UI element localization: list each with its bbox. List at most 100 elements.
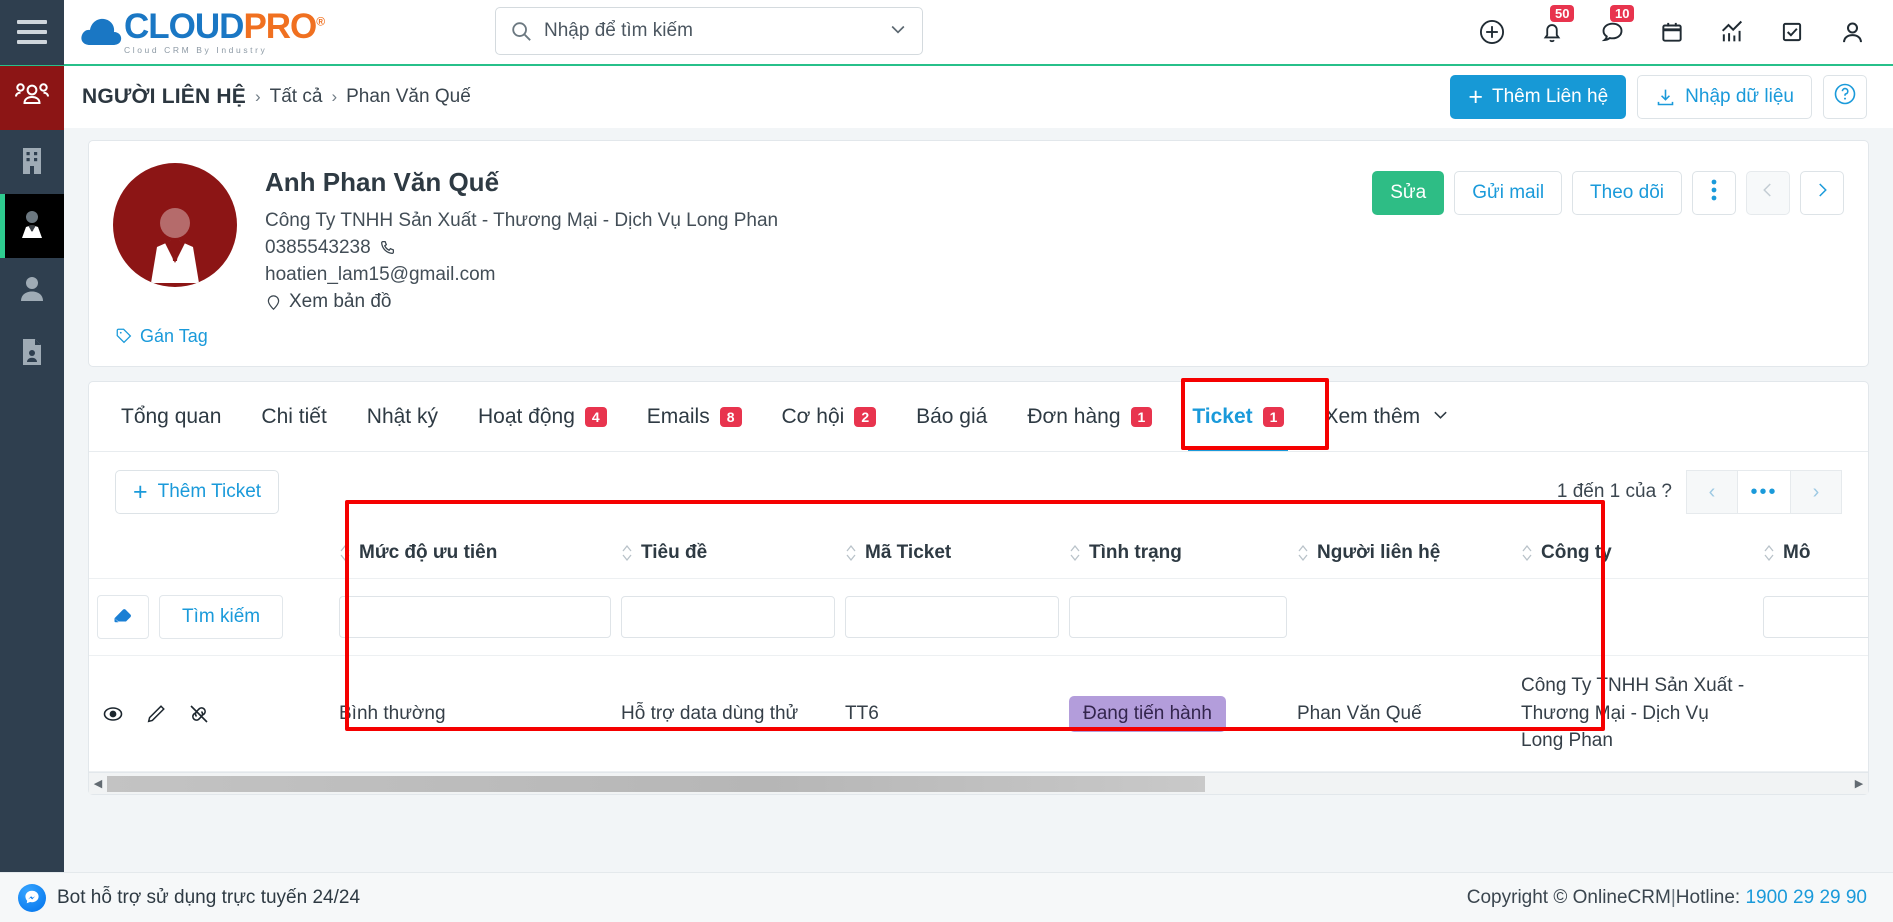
import-data-label: Nhập dữ liệu [1685,86,1794,107]
calendar-icon[interactable] [1657,17,1687,47]
tab-hoat-dong[interactable]: Hoạt động 4 [458,382,627,451]
global-search[interactable] [495,7,923,55]
download-icon [1655,87,1676,108]
breadcrumb-all-link[interactable]: Tất cả [270,86,323,108]
table-header-contact[interactable]: Người liên hệ [1297,528,1521,580]
cell-company: Công Ty TNHH Sản Xuất - Thương Mại - Dịc… [1521,655,1763,773]
table-row[interactable]: Bình thường Hỗ trợ data dùng thử TT6 Đan… [89,655,1868,773]
filter-input-status[interactable] [1069,596,1287,639]
tab-don-hang[interactable]: Đơn hàng 1 [1007,382,1172,451]
person-icon [18,273,46,308]
import-data-button[interactable]: Nhập dữ liệu [1637,75,1812,119]
sidebar-item-contact[interactable] [0,194,64,258]
table-header-actions [89,528,339,580]
hotline-number[interactable]: 1900 29 29 90 [1745,887,1867,908]
prev-record-button[interactable] [1746,171,1790,215]
add-circle-icon[interactable] [1477,17,1507,47]
add-contact-button[interactable]: + Thêm Liên hệ [1450,75,1627,119]
search-input[interactable] [544,20,888,42]
pagination-next-button[interactable]: › [1790,470,1842,515]
scrollbar-thumb[interactable] [107,775,1206,792]
assign-tag-link[interactable]: Gán Tag [115,326,208,347]
breadcrumb-current: Phan Văn Quế [346,86,471,107]
table-header-desc[interactable]: Mô [1763,528,1868,580]
phone-icon[interactable] [378,239,396,257]
search-filter-button[interactable]: Tìm kiếm [159,595,284,640]
filter-input-code[interactable] [845,596,1059,639]
sidebar-item-company[interactable] [0,130,64,194]
tab-co-hoi[interactable]: Cơ hội 2 [762,382,897,451]
tab-emails[interactable]: Emails 8 [627,382,762,451]
table-header-code[interactable]: Mã Ticket [845,528,1069,580]
horizontal-scrollbar[interactable]: ◀ ▶ [89,772,1868,795]
sort-icon[interactable] [1069,543,1081,563]
row-actions-cell [89,655,339,773]
menu-toggle-button[interactable] [0,0,64,65]
contact-map-link[interactable]: Xem bản đồ [265,289,778,316]
sort-icon[interactable] [1297,543,1309,563]
cell-desc [1763,655,1868,773]
table-head: Mức độ ưu tiên Tiêu đề Mã Ticket Tình tr… [89,528,1868,580]
sidebar-item-group[interactable] [0,66,64,130]
table-header-status[interactable]: Tình trạng [1069,528,1297,580]
eye-icon[interactable] [101,702,125,726]
tab-chi-tiet[interactable]: Chi tiết [241,382,346,451]
brand-logo[interactable]: CLOUDPRO® Cloud CRM By Industry [80,0,325,65]
chevron-down-icon[interactable] [888,19,908,44]
user-account-icon[interactable] [1837,17,1867,47]
contact-email[interactable]: hoatien_lam15@gmail.com [265,262,778,289]
tab-label: Ticket [1192,404,1253,428]
sort-icon[interactable] [621,543,633,563]
breadcrumb-separator: › [254,87,261,106]
bell-icon[interactable]: 50 [1537,5,1575,47]
sidebar-item-document[interactable] [0,322,64,386]
clear-filters-button[interactable] [97,595,149,640]
tab-xem-them[interactable]: Xem thêm [1304,382,1469,451]
scroll-right-arrow[interactable]: ▶ [1850,777,1868,790]
sort-icon[interactable] [1521,543,1533,563]
pagination-more-button[interactable]: ••• [1738,470,1790,515]
tab-label: Cơ hội [781,404,845,428]
tab-bao-gia[interactable]: Báo giá [896,382,1007,451]
filter-input-priority[interactable] [339,596,611,639]
pencil-icon[interactable] [145,703,167,725]
tab-tong-quan[interactable]: Tổng quan [101,382,241,451]
tab-nhat-ky[interactable]: Nhật ký [347,382,458,451]
scrollbar-track[interactable] [107,775,1850,793]
breadcrumb-bar: NGƯỜI LIÊN HỆ › Tất cả › Phan Văn Quế + … [64,66,1893,128]
filter-input-desc[interactable] [1763,596,1868,639]
next-record-button[interactable] [1800,171,1844,215]
follow-button[interactable]: Theo dõi [1572,171,1682,215]
help-button[interactable] [1823,75,1867,119]
sort-icon[interactable] [1763,543,1775,563]
assign-tag-label: Gán Tag [140,325,208,346]
tab-label: Hoạt động [477,404,575,428]
tab-ticket[interactable]: Ticket 1 [1172,382,1304,452]
filter-cell-status [1069,578,1297,657]
support-bot-link[interactable]: Bot hỗ trợ sử dụng trực tuyến 24/24 [18,883,360,912]
brand-name: CLOUDPRO® [124,9,325,44]
contact-name: Anh Phan Văn Quế [265,167,500,197]
scroll-left-arrow[interactable]: ◀ [89,777,107,790]
table-header-company[interactable]: Công ty [1521,528,1763,580]
filter-input-title[interactable] [621,596,835,639]
table-header-priority[interactable]: Mức độ ưu tiên [339,528,621,580]
sidebar-item-lead[interactable] [0,258,64,322]
more-options-button[interactable] [1692,171,1736,215]
table-header-title[interactable]: Tiêu đề [621,528,845,580]
add-ticket-button[interactable]: + Thêm Ticket [115,470,280,515]
edit-button[interactable]: Sửa [1372,171,1445,215]
unlink-icon[interactable] [187,702,211,726]
analytics-icon[interactable] [1717,17,1747,47]
pagination-prev-button[interactable]: ‹ [1686,470,1738,515]
sort-icon[interactable] [339,543,351,563]
contact-action-group: Sửa Gửi mail Theo dõi [1372,163,1844,316]
send-mail-button[interactable]: Gửi mail [1454,171,1563,215]
footer-copyright: Copyright © OnlineCRM|Hotline: 1900 29 2… [1467,887,1867,909]
task-check-icon[interactable] [1777,17,1807,47]
breadcrumb-separator: › [331,87,338,106]
sort-icon[interactable] [845,543,857,563]
table-header-label: Tình trạng [1089,542,1182,564]
cell-priority: Bình thường [339,655,621,773]
chat-icon[interactable]: 10 [1597,5,1635,47]
